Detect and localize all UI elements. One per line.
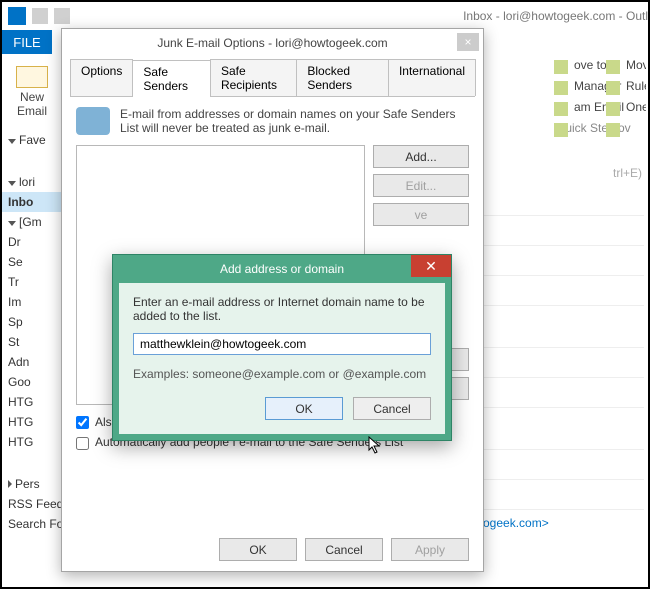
add-dialog-prompt: Enter an e-mail address or Internet doma… bbox=[133, 295, 431, 323]
account-header[interactable]: lori bbox=[2, 172, 62, 192]
folder-gmail[interactable]: [Gm bbox=[2, 212, 62, 232]
folder-tr[interactable]: Tr bbox=[2, 272, 62, 292]
qat-sendreceive-icon[interactable] bbox=[32, 8, 48, 24]
safe-senders-intro: E-mail from addresses or domain names on… bbox=[120, 107, 469, 135]
apply-button[interactable]: Apply bbox=[391, 538, 469, 561]
move-button[interactable]: Mov bbox=[604, 58, 646, 78]
address-input[interactable] bbox=[133, 333, 431, 355]
outlook-logo-icon bbox=[8, 7, 26, 25]
move-group-label: Mov bbox=[604, 121, 646, 141]
envelope-icon bbox=[16, 66, 48, 88]
people-icon bbox=[76, 107, 110, 135]
search-shortcut-hint: trl+E) bbox=[613, 166, 642, 180]
folder-inbox[interactable]: Inbo bbox=[2, 192, 62, 212]
onenote-button[interactable]: One bbox=[604, 100, 646, 120]
edit-button[interactable]: Edit... bbox=[373, 174, 469, 197]
tab-safe-recipients[interactable]: Safe Recipients bbox=[210, 59, 297, 96]
nav-pane: New Email Fave lori Inbo [Gm Dr Se Tr Im… bbox=[2, 54, 62, 587]
qat-undo-icon[interactable] bbox=[54, 8, 70, 24]
folder-st[interactable]: St bbox=[2, 332, 62, 352]
add-button[interactable]: Add... bbox=[373, 145, 469, 168]
dialog-title: Junk E-mail Options - lori@howtogeek.com bbox=[157, 36, 387, 50]
tab-file[interactable]: FILE bbox=[2, 30, 52, 54]
add-dialog-title-bar[interactable]: Add address or domain ✕ bbox=[113, 255, 451, 283]
window-title: Inbox - lori@howtogeek.com - Outl bbox=[463, 9, 648, 23]
add-address-dialog: Add address or domain ✕ Enter an e-mail … bbox=[112, 254, 452, 441]
dialog-tabs: Options Safe Senders Safe Recipients Blo… bbox=[70, 59, 475, 97]
folder-se[interactable]: Se bbox=[2, 252, 62, 272]
folder-search[interactable]: Search Folders bbox=[2, 514, 62, 534]
ribbon-right: ove to: ? Manager am Email Quick Steps M… bbox=[552, 58, 644, 142]
folder-goo[interactable]: Goo bbox=[2, 372, 62, 392]
rules-button[interactable]: Rule bbox=[604, 79, 646, 99]
folder-htg3[interactable]: HTG bbox=[2, 432, 62, 452]
ok-button[interactable]: OK bbox=[219, 538, 297, 561]
cancel-button[interactable]: Cancel bbox=[353, 397, 431, 420]
tab-blocked-senders[interactable]: Blocked Senders bbox=[296, 59, 389, 96]
folder-htg2[interactable]: HTG bbox=[2, 412, 62, 432]
close-icon[interactable]: × bbox=[457, 33, 479, 51]
tab-safe-senders[interactable]: Safe Senders bbox=[132, 60, 211, 97]
folder-pers[interactable]: Pers bbox=[2, 474, 62, 494]
folder-dr[interactable]: Dr bbox=[2, 232, 62, 252]
add-dialog-examples: Examples: someone@example.com or @exampl… bbox=[133, 367, 431, 381]
cancel-button[interactable]: Cancel bbox=[305, 538, 383, 561]
folder-sp[interactable]: Sp bbox=[2, 312, 62, 332]
ok-button[interactable]: OK bbox=[265, 397, 343, 420]
folder-htg1[interactable]: HTG bbox=[2, 392, 62, 412]
email-label: Email bbox=[17, 104, 47, 118]
new-email-button[interactable]: New Email bbox=[2, 62, 62, 130]
favorites-header[interactable]: Fave bbox=[2, 130, 62, 150]
dialog-title-bar[interactable]: Junk E-mail Options - lori@howtogeek.com… bbox=[62, 29, 483, 57]
folder-adn[interactable]: Adn bbox=[2, 352, 62, 372]
remove-button[interactable]: ve bbox=[373, 203, 469, 226]
close-icon[interactable]: ✕ bbox=[411, 255, 451, 277]
app-title-bar: Inbox - lori@howtogeek.com - Outl bbox=[2, 2, 648, 30]
folder-im[interactable]: Im bbox=[2, 292, 62, 312]
new-label: New bbox=[20, 90, 44, 104]
folder-rss[interactable]: RSS Feeds bbox=[2, 494, 62, 514]
tab-international[interactable]: International bbox=[388, 59, 476, 96]
add-dialog-title: Add address or domain bbox=[220, 262, 344, 276]
tab-options[interactable]: Options bbox=[70, 59, 133, 96]
